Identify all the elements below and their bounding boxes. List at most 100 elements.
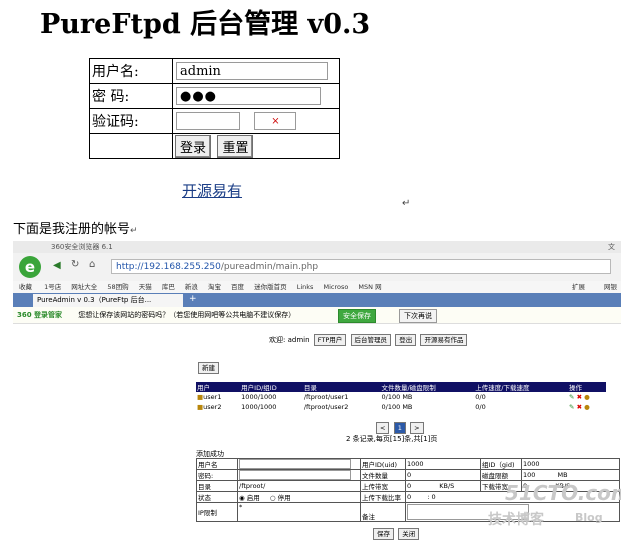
form-note-label: 备注 (360, 502, 406, 522)
user-speed: 0/0 (475, 393, 486, 401)
form-status-label: 状态 (196, 491, 238, 503)
nav-ftp-users[interactable]: FTP用户 (313, 334, 347, 346)
status-off: 停用 (277, 494, 291, 502)
address-bar: e ◀ ↻ ⌂ http://192.168.255.250/pureadmin… (13, 253, 621, 281)
delete-icon[interactable]: ✖ (577, 403, 582, 411)
fav-item[interactable]: 天猫 (139, 283, 152, 291)
form-password-input[interactable] (239, 470, 351, 480)
password-save-bar: 360 登录管家 您想让保存该网站的密码吗？（若您使用网吧等公共电脑不建议保存）… (13, 307, 621, 324)
pager: < 1 > (374, 422, 424, 434)
url-path: /pureadmin/main.php (220, 262, 319, 272)
form-up-input[interactable]: 0 (407, 482, 411, 490)
home-icon[interactable]: ⌂ (89, 259, 95, 270)
fav-item[interactable]: 迷你版首页 (254, 283, 287, 291)
form-filecount-input[interactable]: 0 (405, 469, 481, 481)
topbar-right: 文 (608, 243, 615, 251)
watermark-site: 51CTO.com (505, 481, 621, 505)
user-ids: 1000/1000 (241, 403, 277, 411)
user-quota: 0/100 MB (381, 403, 413, 411)
fav-right-item[interactable]: 扩展 (572, 281, 585, 293)
back-icon[interactable]: ◀ (53, 260, 61, 271)
table-row: ■user1 1000/1000 /ftproot/user1 0/100 MB… (196, 392, 606, 402)
form-up-unit: KB/S (439, 482, 455, 490)
welcome-text: 欢迎: admin (269, 336, 310, 344)
captcha-input[interactable] (176, 112, 240, 130)
col-header: 用户 (196, 382, 241, 392)
user-speed: 0/0 (475, 403, 486, 411)
nav-admins[interactable]: 后台管理员 (350, 334, 392, 346)
return-mark-icon: ↵ (130, 226, 138, 236)
username-input[interactable]: admin (176, 62, 328, 80)
form-username-input[interactable] (239, 459, 351, 469)
form-dir-input[interactable]: /ftproot/ (237, 480, 361, 492)
fav-item[interactable]: Links (297, 283, 314, 291)
fav-item[interactable]: Microso (323, 283, 348, 291)
form-ratio-a[interactable]: 0 (407, 493, 411, 501)
password-label: 密 码: (89, 83, 173, 109)
captcha-image[interactable]: × (254, 112, 297, 130)
form-uid-input[interactable]: 1000 (405, 458, 481, 470)
form-filecount-label: 文件数量 (360, 469, 406, 481)
caption-text: 下面是我注册的帐号↵ (13, 218, 138, 237)
form-close-button[interactable]: 关闭 (398, 528, 420, 540)
fav-item[interactable]: 淘宝 (208, 283, 221, 291)
form-ratio-sep: : (427, 493, 430, 501)
login-button[interactable]: 登录 (175, 134, 212, 158)
pager-next[interactable]: > (410, 422, 424, 434)
form-ratio-b[interactable]: 0 (432, 493, 436, 501)
new-tab-icon[interactable]: + (189, 294, 197, 304)
user-settings-icon[interactable]: ● (584, 403, 590, 411)
fav-item[interactable]: 库巴 (162, 283, 175, 291)
opensource-link[interactable]: 开源易有 (182, 180, 242, 201)
nav-logout[interactable]: 登出 (395, 334, 417, 346)
pager-prev[interactable]: < (376, 422, 390, 434)
form-ratio-label: 上传下载比率 (360, 491, 406, 503)
user-ids: 1000/1000 (241, 393, 277, 401)
edit-icon[interactable]: ✎ (569, 393, 574, 401)
form-gid-input[interactable]: 1000 (521, 458, 620, 470)
user-name[interactable]: user1 (203, 393, 221, 401)
user-quota: 0/100 MB (381, 393, 413, 401)
form-uid-label: 用户ID(uid) (360, 458, 406, 470)
form-quota-input[interactable]: 100 (523, 471, 535, 479)
pw-save-button[interactable]: 安全保存 (338, 309, 376, 323)
radio-on-icon[interactable]: ◉ (239, 494, 245, 502)
pw-brand: 360 登录管家 (17, 311, 63, 319)
browser-tab[interactable]: PureAdmin v 0.3（PureFtp 后台... (33, 294, 183, 307)
user-settings-icon[interactable]: ● (584, 393, 590, 401)
form-ip-input[interactable]: * (237, 502, 361, 522)
fav-item[interactable]: 58团购 (107, 283, 128, 291)
form-username-label: 用户名 (196, 458, 238, 470)
fav-item[interactable]: 网址大全 (71, 283, 97, 291)
fav-item[interactable]: MSN 网 (358, 283, 381, 291)
fav-item[interactable]: 1号店 (44, 283, 61, 291)
status-on: 启用 (246, 494, 260, 502)
user-dir: /ftproot/user2 (303, 403, 349, 411)
fav-item[interactable]: 收藏 (19, 283, 32, 291)
form-buttons: 保存 关闭 (371, 528, 420, 540)
fav-item[interactable]: 新浪 (185, 283, 198, 291)
fav-right-item[interactable]: 网银 (604, 281, 617, 293)
pager-current[interactable]: 1 (393, 422, 406, 434)
col-header: 文件数量/磁盘限制 (380, 382, 475, 392)
favorites-bar: 收藏 1号店 网址大全 58团购 天猫 库巴 新浪 淘宝 百度 迷你版首页 Li… (13, 281, 621, 293)
browser-title-bar: 360安全浏览器 6.1 文 (13, 241, 621, 253)
pw-later-button[interactable]: 下次再说 (399, 309, 437, 323)
edit-icon[interactable]: ✎ (569, 403, 574, 411)
user-name[interactable]: user2 (203, 403, 221, 411)
form-up-label: 上传带宽 (360, 480, 406, 492)
caption-label: 下面是我注册的帐号 (13, 222, 131, 237)
url-field[interactable]: http://192.168.255.250/pureadmin/main.ph… (111, 259, 611, 274)
nav-works[interactable]: 开源易有作品 (420, 334, 468, 346)
refresh-icon[interactable]: ↻ (71, 259, 79, 270)
browser-name: 360安全浏览器 6.1 (51, 243, 113, 251)
radio-off-icon[interactable]: ○ (270, 494, 276, 502)
password-input[interactable]: ●●● (176, 87, 321, 105)
fav-item[interactable]: 百度 (231, 283, 244, 291)
delete-icon[interactable]: ✖ (577, 393, 582, 401)
reset-button[interactable]: 重置 (217, 134, 254, 158)
form-quota-label: 磁盘限额 (480, 469, 522, 481)
tab-bar: PureAdmin v 0.3（PureFtp 后台... + (13, 293, 621, 307)
new-user-button[interactable]: 新建 (198, 362, 219, 374)
form-save-button[interactable]: 保存 (373, 528, 394, 540)
